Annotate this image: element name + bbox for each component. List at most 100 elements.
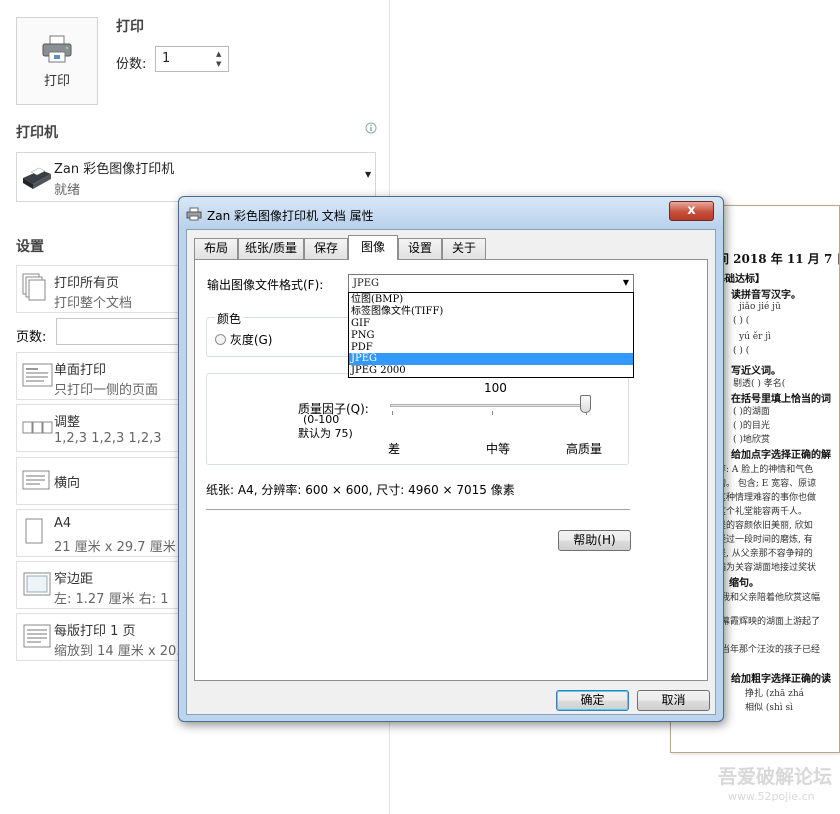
tab-paper-quality[interactable]: 纸张/质量 xyxy=(238,238,304,259)
cancel-button[interactable]: 取消 xyxy=(637,690,710,711)
grayscale-radio[interactable]: 灰度(G) xyxy=(215,331,273,348)
chevron-down-icon: ▼ xyxy=(365,170,372,179)
close-button[interactable]: x xyxy=(669,201,714,221)
preview-line: yú ěr jì xyxy=(739,332,771,342)
quality-high-label: 高质量 xyxy=(566,442,603,456)
printer-section-title: 打印机 xyxy=(16,125,58,141)
preview-line: 当年那个汪汝的孩子已经 xyxy=(721,645,821,655)
quality-default: 默认为 75) xyxy=(298,427,353,440)
preview-line: 的。 包含; E 宽容、原谅 xyxy=(717,479,817,489)
collate-subtitle: 1,2,3 1,2,3 1,2,3 xyxy=(54,431,162,446)
format-option[interactable]: 位图(BMP) xyxy=(349,294,633,306)
preview-line: 满为关容湖面地接过奖状 xyxy=(717,563,817,573)
preview-line: 这种情理难容的事你也做 xyxy=(717,493,817,503)
landscape-icon xyxy=(22,470,50,490)
preview-line: 我和父亲陪着他欣赏这幅 xyxy=(721,593,821,603)
format-select[interactable]: JPEG ▼ xyxy=(348,274,634,294)
separator xyxy=(206,509,630,510)
printer-select[interactable]: Zan 彩色图像打印机 就绪 ▼ xyxy=(16,152,376,202)
format-select-value: JPEG xyxy=(353,278,380,289)
spin-up-icon[interactable]: ▲ xyxy=(216,50,226,58)
dialog-title: Zan 彩色图像打印机 文档 属性 xyxy=(207,209,374,223)
preview-line: ( ) ( xyxy=(733,346,750,356)
preview-line: 挣扎 (zhā zhá xyxy=(745,689,805,699)
preview-line: 读拼音写汉字。 xyxy=(731,290,801,301)
preview-line: 缩句。 xyxy=(729,578,759,589)
preview-line: 给加点字选择正确的解 xyxy=(731,450,831,461)
format-option[interactable]: PNG xyxy=(349,330,633,342)
printer-status: 就绪 xyxy=(54,183,81,198)
margins-icon xyxy=(23,572,51,596)
slider-thumb[interactable] xyxy=(580,395,591,413)
margins-title: 窄边距 xyxy=(54,572,94,587)
ok-button[interactable]: 确定 xyxy=(556,690,629,711)
tab-save[interactable]: 保存 xyxy=(304,238,348,259)
preview-line: 写近义词。 xyxy=(731,366,781,377)
paper-size-icon xyxy=(25,518,43,544)
grayscale-label: 灰度(G) xyxy=(229,333,273,347)
spin-down-icon[interactable]: ▼ xyxy=(216,60,226,68)
printer-properties-dialog: Zan 彩色图像打印机 文档 属性 x 布局 纸张/质量 保存 图像 设置 关于… xyxy=(178,196,724,722)
preview-line: ( )地欣赏 xyxy=(733,435,770,445)
copies-input[interactable]: 1 ▲ ▼ xyxy=(155,46,229,72)
slider-track[interactable] xyxy=(390,404,590,407)
format-dropdown-list[interactable]: 位图(BMP) 标签图像文件(TIFF) GIF PNG PDF JPEG JP… xyxy=(348,292,634,378)
preview-line: jiǎo jié jū xyxy=(739,302,781,312)
print-button[interactable]: 打印 xyxy=(16,17,98,105)
watermark-url: www.52pojie.cn xyxy=(728,790,815,803)
color-group-label: 颜色 xyxy=(215,310,244,327)
tab-image[interactable]: 图像 xyxy=(348,235,398,260)
preview-line: 剔透( ) 孝名( xyxy=(733,379,786,389)
print-section-title: 打印 xyxy=(116,19,144,35)
printer-icon xyxy=(42,35,72,62)
tab-about[interactable]: 关于 xyxy=(442,238,486,259)
help-button[interactable]: 帮助(H) xyxy=(558,530,631,551)
info-icon[interactable] xyxy=(365,122,377,134)
tab-settings[interactable]: 设置 xyxy=(398,238,442,259)
single-sided-icon xyxy=(22,363,53,387)
quality-low-label: 差 xyxy=(388,442,401,456)
preview-line: 间 2018 年 11 月 7 日 xyxy=(717,252,840,266)
orientation-title: 横向 xyxy=(54,476,81,491)
preview-line: ( ) ( xyxy=(733,316,750,326)
dialog-titlebar[interactable]: Zan 彩色图像打印机 文档 属性 x xyxy=(179,197,723,229)
image-info-text: 纸张: A4, 分辨率: 600 × 600, 尺寸: 4960 × 7015 … xyxy=(206,483,515,497)
collate-icon xyxy=(22,421,53,434)
printer-name: Zan 彩色图像打印机 xyxy=(54,162,175,177)
format-option[interactable]: PDF xyxy=(349,342,633,354)
sides-title: 单面打印 xyxy=(54,363,107,378)
preview-line: ( )的目光 xyxy=(733,421,770,431)
print-range-title: 打印所有页 xyxy=(54,276,120,291)
sides-subtitle: 只打印一侧的页面 xyxy=(54,383,159,398)
preview-line: 是, 从父亲那不容争辩的 xyxy=(717,549,813,559)
format-label: 输出图像文件格式(F): xyxy=(207,278,324,292)
printer-small-icon xyxy=(186,207,202,221)
preview-line: 在括号里填上恰当的词 xyxy=(731,394,831,405)
dropdown-arrow-icon: ▼ xyxy=(622,278,629,287)
quality-value: 100 xyxy=(484,381,507,395)
copies-label: 份数: xyxy=(116,57,147,72)
preview-line: 幕霞辉映的湖面上游起了 xyxy=(721,617,821,627)
format-option[interactable]: GIF xyxy=(349,318,633,330)
paper-size-subtitle: 21 厘米 x 29.7 厘米 xyxy=(54,540,176,555)
pages-label: 页数: xyxy=(16,330,47,345)
preview-line: 相似 (shì sì xyxy=(745,703,794,713)
format-option-selected[interactable]: JPEG xyxy=(349,353,633,366)
watermark-text: 吾爱破解论坛 xyxy=(718,766,833,788)
all-pages-icon xyxy=(22,273,46,301)
close-icon: x xyxy=(687,203,696,218)
preview-line: 给加粗字选择正确的读 xyxy=(731,674,831,685)
print-range-subtitle: 打印整个文档 xyxy=(54,296,133,311)
format-option[interactable]: JPEG 2000 xyxy=(349,365,633,377)
preview-line: 是的容颜依旧美丽, 欣如 xyxy=(717,521,813,531)
pages-per-sheet-icon xyxy=(23,624,51,648)
preview-line: 经过一段时间的磨炼, 有 xyxy=(717,535,813,545)
preview-line: 容: A 脸上的神情和气色 xyxy=(717,465,814,475)
tab-layout[interactable]: 布局 xyxy=(194,238,238,259)
print-button-label: 打印 xyxy=(43,73,70,89)
format-option[interactable]: 标签图像文件(TIFF) xyxy=(349,306,633,318)
paper-size-title: A4 xyxy=(54,516,72,531)
radio-icon xyxy=(215,334,226,345)
preview-line: 这个礼堂能容两千人。 xyxy=(717,507,808,517)
slider-tick xyxy=(492,411,493,415)
